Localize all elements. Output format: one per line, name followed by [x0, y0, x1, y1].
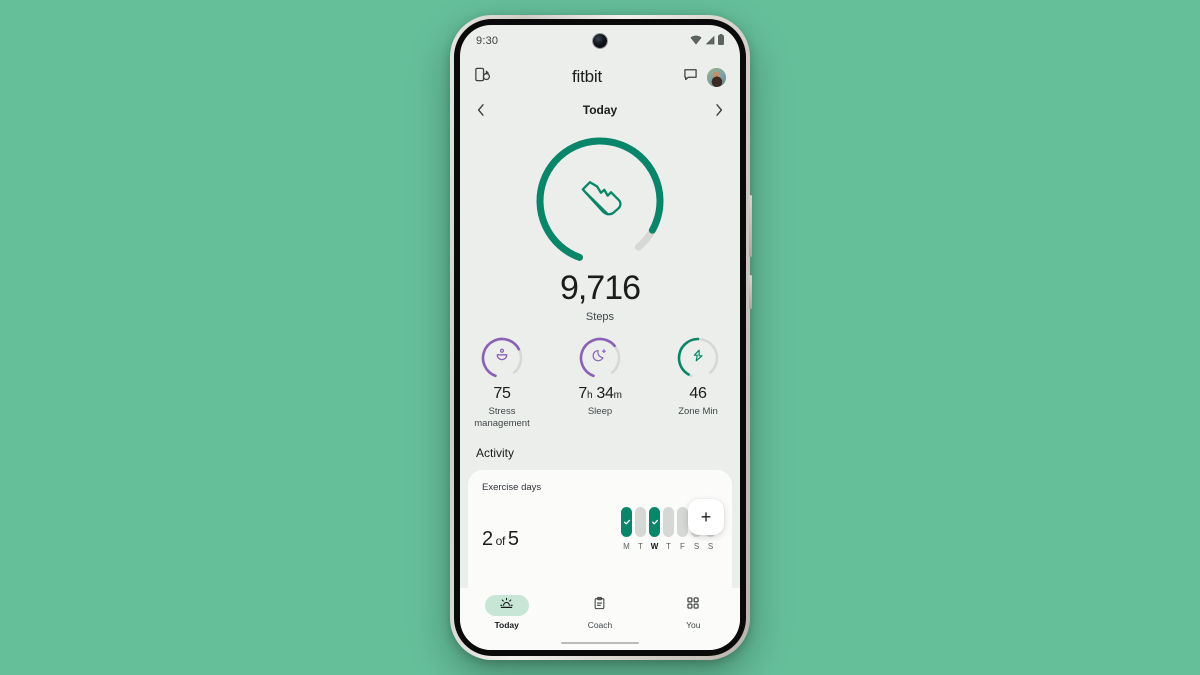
clipboard-icon	[592, 596, 607, 616]
phone-device: 9:30 fitbit Today 9,716 Steps 75 Stress …	[450, 15, 752, 660]
day-pill-empty	[677, 506, 688, 537]
exercise-day-1[interactable]: T	[635, 506, 646, 551]
stress-progress-ring	[479, 335, 525, 381]
chevron-right-icon[interactable]	[714, 103, 724, 117]
stress-bowl-icon	[494, 347, 511, 369]
activity-section-title: Activity	[476, 445, 515, 460]
sunrise-icon	[499, 596, 514, 616]
day-label: S	[693, 541, 700, 551]
exercise-days-row: 2 of 5 M T W T F S S +	[482, 498, 724, 551]
day-label: W	[650, 541, 659, 551]
volume-button[interactable]	[749, 195, 752, 257]
nav-label-today: Today	[494, 620, 519, 630]
stress-value: 75	[493, 385, 511, 402]
app-title: fitbit	[572, 67, 602, 86]
metric-stress-management[interactable]: 75 Stress management	[465, 335, 539, 430]
exercise-day-2[interactable]: W	[649, 506, 660, 551]
battery-icon	[718, 34, 724, 48]
steps-value: 9,716	[559, 269, 641, 307]
day-label: T	[666, 541, 671, 551]
date-nav-label: Today	[582, 103, 618, 117]
status-time: 9:30	[476, 35, 499, 47]
exercise-days-count: 2 of 5	[482, 527, 519, 550]
sleep-label: Sleep	[587, 406, 613, 417]
nav-label-you: You	[686, 620, 701, 630]
nav-label-coach: Coach	[587, 620, 613, 630]
day-label: S	[707, 541, 714, 551]
exercise-day-3[interactable]: T	[663, 506, 674, 551]
nav-item-today[interactable]: Today	[477, 595, 537, 630]
wifi-icon	[690, 35, 702, 48]
power-button[interactable]	[749, 275, 752, 309]
moon-sparkle-icon	[592, 347, 609, 369]
steps-label: Steps	[585, 311, 615, 323]
nav-item-you[interactable]: You	[663, 595, 723, 630]
day-pill-completed	[649, 506, 660, 537]
device-sync-icon[interactable]	[474, 66, 491, 88]
nav-pill-today	[484, 595, 529, 616]
metric-rings-row: 75 Stress management 7h 34m Sleep 46 Zon…	[460, 335, 740, 430]
nav-pill-you	[671, 595, 715, 616]
app-bar-actions	[683, 67, 726, 87]
chevron-left-icon[interactable]	[476, 103, 486, 117]
day-label: M	[623, 541, 630, 551]
front-camera	[593, 34, 607, 48]
zone-minutes-bolt-icon	[690, 348, 706, 369]
metric-zone-minutes[interactable]: 46 Zone Min	[661, 335, 735, 430]
add-exercise-button[interactable]: +	[688, 498, 724, 535]
steps-progress-ring[interactable]	[528, 129, 672, 273]
sleep-progress-ring	[577, 335, 623, 381]
day-pill-completed	[621, 506, 632, 537]
exercise-days-title: Exercise days	[482, 481, 542, 493]
metric-sleep[interactable]: 7h 34m Sleep	[563, 335, 637, 430]
app-bar: fitbit	[460, 57, 740, 97]
exercise-day-0[interactable]: M	[621, 506, 632, 551]
zone-minutes-progress-ring	[675, 335, 721, 381]
day-pill-empty	[635, 506, 646, 537]
nav-pill-coach	[578, 595, 622, 616]
cellular-signal-icon	[705, 35, 715, 48]
exercise-day-4[interactable]: F	[677, 506, 688, 551]
exercise-day-pills: M T W T F S S +	[621, 498, 724, 551]
check-icon	[651, 519, 658, 525]
status-icons	[690, 34, 724, 48]
nav-item-coach[interactable]: Coach	[570, 595, 630, 630]
home-indicator[interactable]	[561, 641, 639, 644]
check-icon	[623, 519, 630, 525]
day-pill-empty	[663, 506, 674, 537]
sleep-value: 7h 34m	[578, 385, 622, 402]
zone-minutes-label: Zone Min	[678, 406, 718, 417]
phone-screen: 9:30 fitbit Today 9,716 Steps 75 Stress …	[460, 25, 740, 650]
zone-minutes-value: 46	[689, 385, 707, 402]
grid-squares-icon	[686, 596, 700, 615]
running-shoe-icon	[573, 176, 627, 227]
day-label: F	[680, 541, 685, 551]
exercise-days-card[interactable]: Exercise days 2 of 5 M T W T F S S +	[468, 469, 732, 588]
status-bar: 9:30	[460, 25, 740, 57]
date-nav: Today	[460, 97, 740, 123]
stress-label: Stress management	[474, 406, 530, 429]
avatar[interactable]	[706, 67, 726, 87]
day-label: T	[638, 541, 643, 551]
chat-bubble-icon[interactable]	[683, 67, 698, 87]
steps-hero: 9,716 Steps	[460, 123, 740, 323]
